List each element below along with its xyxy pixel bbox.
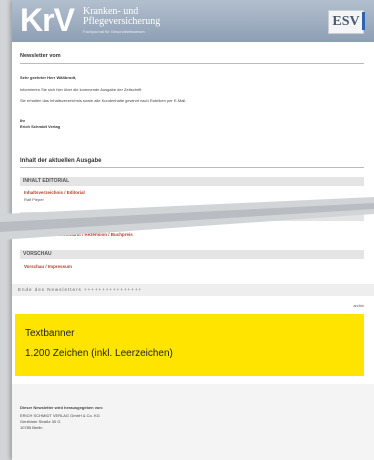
greeting: Ihr: [20, 118, 26, 123]
archive-link[interactable]: archiv: [353, 303, 364, 308]
intro-line-1: informieren Sie sich hier über die komme…: [20, 87, 142, 92]
logo-subtitle: Kranken- und Pflegeversicherung Fachjour…: [83, 7, 193, 35]
esv-accent-bar: [362, 12, 365, 30]
newsletter-header: KrV Kranken- und Pflegeversicherung Fach…: [12, 0, 374, 42]
footer-company: ERICH SCHMIDT VERLAG GmbH & Co. KG: [20, 413, 100, 418]
logo-line-3: Fachjournal für Gesundheitswesen: [83, 29, 145, 34]
footer-city: 10785 Berlin: [20, 425, 43, 430]
divider: [20, 63, 364, 64]
text-banner[interactable]: Textbanner 1.200 Zeichen (inkl. Leerzeic…: [15, 314, 364, 376]
footer-publisher-label: Dieser Newsletter wird herausgegeben von…: [20, 405, 104, 410]
esv-logo: ESV: [328, 10, 364, 34]
toc-author: Ralf Pieper: [24, 197, 44, 202]
section-label-editorial: INHALT EDITORIAL: [20, 177, 364, 186]
section-label-vorschau: VORSCHAU: [20, 250, 364, 259]
newsletter-page: KrV Kranken- und Pflegeversicherung Fach…: [12, 0, 374, 460]
divider: [20, 167, 364, 168]
toc-link-editorial[interactable]: Inhaltsverzeichnis / Editorial: [24, 190, 85, 195]
salutation: Sehr geehrter Herr Wäßbrodt,: [20, 75, 77, 80]
intro-line-2: Sie erhalten das Inhaltsverzeichnis sowi…: [20, 98, 187, 103]
footer-street: Genthiner Straße 30 G: [20, 419, 61, 424]
toc-link-aktuelles[interactable]: Nachrichten / Stellenmarkt / Rezension /…: [24, 232, 133, 237]
krv-logo: KrV: [20, 2, 75, 38]
toc-link-vorschau[interactable]: Vorschau / Impressum: [24, 264, 72, 269]
section-label-aktuelles: AKTUELLES: [20, 212, 364, 221]
signature: Erich Schmidt Verlag: [20, 124, 61, 129]
newsletter-end-text: Ende des Newsletters ++++++++++++++++: [18, 287, 143, 292]
newsletter-date-label: Newsletter vom: [20, 53, 61, 59]
footer-area: [12, 384, 374, 460]
banner-subtitle: 1.200 Zeichen (inkl. Leerzeichen): [25, 348, 173, 359]
issue-heading: Inhalt der aktuellen Ausgabe: [20, 158, 102, 164]
banner-title: Textbanner: [25, 328, 75, 339]
logo-line-2: Pflegeversicherung: [83, 16, 161, 27]
